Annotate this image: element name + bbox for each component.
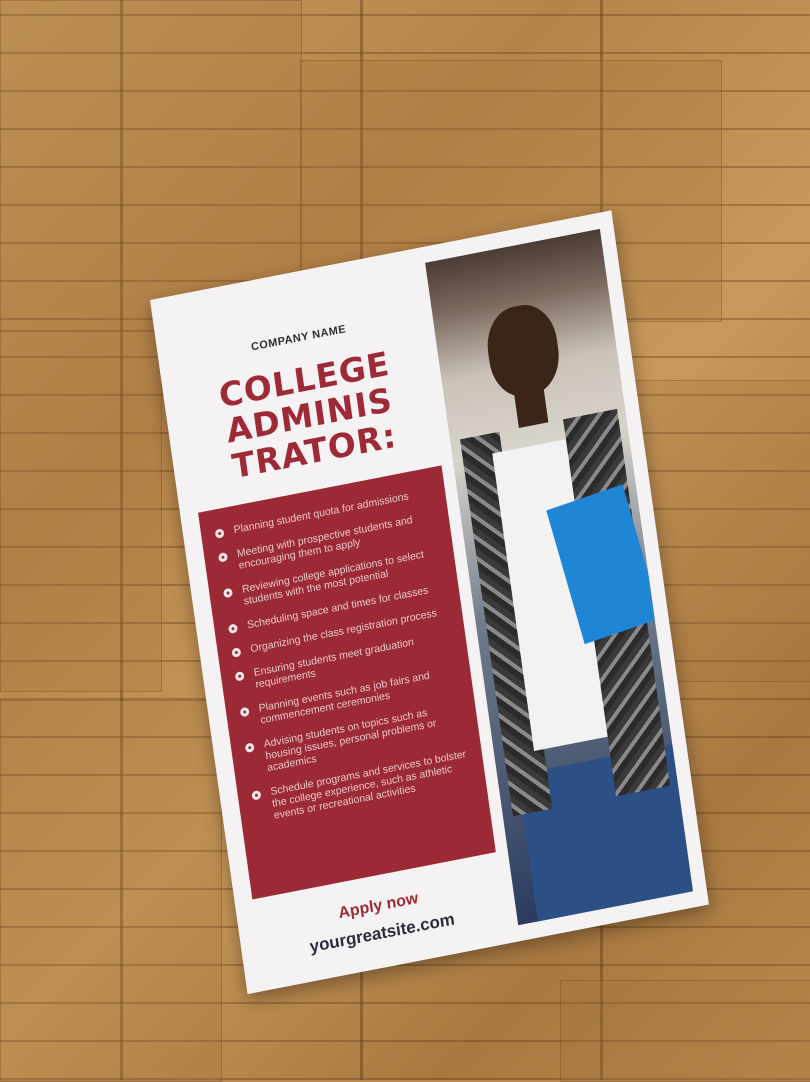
bullet-icon — [231, 647, 242, 658]
bullet-icon — [214, 528, 225, 539]
head-shape — [482, 299, 564, 403]
job-flyer: COMPANY NAME COLLEGE ADMINIS TRATOR: Pla… — [150, 210, 709, 995]
bullet-icon — [217, 551, 229, 563]
duties-panel: Planning student quota for admissions Me… — [198, 465, 496, 900]
bullet-icon — [244, 742, 255, 754]
bullet-icon — [239, 706, 250, 718]
bullet-icon — [227, 623, 239, 635]
bullet-icon — [234, 670, 245, 682]
parquet-tile — [560, 980, 810, 1082]
bullet-icon — [222, 587, 234, 599]
parquet-tile — [0, 700, 222, 1082]
bullet-icon — [251, 789, 262, 801]
parquet-tile — [0, 330, 162, 692]
flyer-title: COLLEGE ADMINIS TRATOR: — [180, 338, 438, 492]
duties-list: Planning student quota for admissions Me… — [198, 465, 486, 828]
